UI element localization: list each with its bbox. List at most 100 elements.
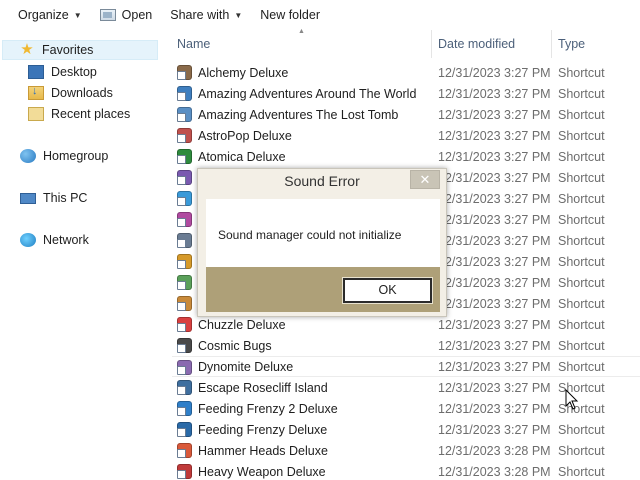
shortcut-icon xyxy=(177,254,192,269)
file-type: Shortcut xyxy=(558,149,605,164)
open-label: Open xyxy=(121,8,153,22)
sort-ascending-icon: ▲ xyxy=(298,28,305,35)
file-date-modified: 12/31/2023 3:27 PM xyxy=(438,275,551,290)
column-header-date-modified[interactable]: Date modified xyxy=(438,30,515,58)
close-icon[interactable]: ✕ xyxy=(410,170,440,189)
nav-item-label: Downloads xyxy=(51,86,113,100)
nav-item-label: Network xyxy=(43,233,89,247)
file-type: Shortcut xyxy=(558,422,605,437)
dialog-body: Sound manager could not initialize xyxy=(206,199,440,267)
file-type: Shortcut xyxy=(558,338,605,353)
shortcut-icon xyxy=(177,464,192,479)
nav-item-network[interactable]: Network xyxy=(20,230,89,250)
file-date-modified: 12/31/2023 3:27 PM xyxy=(438,401,551,416)
nav-item-desktop[interactable]: Desktop xyxy=(28,62,97,82)
navigation-pane: ★ Favorites Desktop Downloads Recent pla… xyxy=(0,30,160,480)
nav-item-downloads[interactable]: Downloads xyxy=(28,83,113,103)
file-row[interactable]: Chuzzle Deluxe 12/31/2023 3:27 PM Shortcut xyxy=(172,314,640,335)
column-header-name[interactable]: Name xyxy=(177,30,210,58)
file-name: Alchemy Deluxe xyxy=(198,65,289,80)
file-row[interactable]: Atomica Deluxe 12/31/2023 3:27 PM Shortcut xyxy=(172,146,640,167)
file-type: Shortcut xyxy=(558,233,605,248)
file-date-modified: 12/31/2023 3:27 PM xyxy=(438,254,551,269)
file-row[interactable]: AstroPop Deluxe 12/31/2023 3:27 PM Shortcu… xyxy=(172,125,640,146)
nav-item-label: Homegroup xyxy=(43,149,109,163)
organize-menu-button[interactable]: Organize ▼ xyxy=(0,0,91,30)
nav-item-label: Desktop xyxy=(51,65,97,79)
file-type: Shortcut xyxy=(558,443,605,458)
file-type: Shortcut xyxy=(558,107,605,122)
file-date-modified: 12/31/2023 3:27 PM xyxy=(438,359,551,374)
file-row[interactable]: Feeding Frenzy Deluxe 12/31/2023 3:27 PM S… xyxy=(172,419,640,440)
file-row[interactable]: Amazing Adventures The Lost Tomb 12/31/20… xyxy=(172,104,640,125)
file-type: Shortcut xyxy=(558,170,605,185)
file-name: Amazing Adventures Around The World xyxy=(198,86,417,101)
file-row[interactable]: Dynomite Deluxe 12/31/2023 3:27 PM Shortcu… xyxy=(172,356,640,377)
column-header-type[interactable]: Type xyxy=(558,30,585,58)
file-name: Cosmic Bugs xyxy=(198,338,272,353)
file-name: Atomica Deluxe xyxy=(198,149,286,164)
recent-places-icon xyxy=(28,107,44,121)
file-date-modified: 12/31/2023 3:27 PM xyxy=(438,107,551,122)
file-type: Shortcut xyxy=(558,191,605,206)
downloads-folder-icon xyxy=(28,85,44,100)
ok-button[interactable]: OK xyxy=(342,277,433,304)
shortcut-icon xyxy=(177,233,192,248)
shortcut-icon xyxy=(177,86,192,101)
shortcut-icon xyxy=(177,65,192,80)
mouse-pointer-icon xyxy=(565,389,579,410)
file-date-modified: 12/31/2023 3:27 PM xyxy=(438,380,551,395)
nav-item-favorites[interactable]: ★ Favorites xyxy=(2,40,158,60)
file-row[interactable]: Heavy Weapon Deluxe 12/31/2023 3:28 PM Sho… xyxy=(172,461,640,480)
shortcut-icon xyxy=(177,317,192,332)
file-name: Feeding Frenzy Deluxe xyxy=(198,422,328,437)
file-type: Shortcut xyxy=(558,296,605,311)
shortcut-icon xyxy=(177,212,192,227)
shortcut-icon xyxy=(177,170,192,185)
shortcut-icon xyxy=(177,422,192,437)
file-name: Dynomite Deluxe xyxy=(198,359,294,374)
open-window-icon xyxy=(99,9,116,21)
column-header-row: ▲ Name Date modified Type xyxy=(170,28,640,58)
file-name: AstroPop Deluxe xyxy=(198,128,292,143)
file-date-modified: 12/31/2023 3:27 PM xyxy=(438,65,551,80)
nav-item-this-pc[interactable]: This PC xyxy=(20,188,87,208)
open-button[interactable]: Open xyxy=(91,0,162,30)
file-name: Chuzzle Deluxe xyxy=(198,317,286,332)
file-type: Shortcut xyxy=(558,275,605,290)
shortcut-icon xyxy=(177,443,192,458)
file-date-modified: 12/31/2023 3:27 PM xyxy=(438,212,551,227)
nav-item-label: This PC xyxy=(43,191,88,205)
nav-item-homegroup[interactable]: Homegroup xyxy=(20,146,108,166)
share-with-menu-button[interactable]: Share with ▼ xyxy=(161,0,251,30)
file-date-modified: 12/31/2023 3:27 PM xyxy=(438,191,551,206)
file-name: Feeding Frenzy 2 Deluxe xyxy=(198,401,338,416)
file-row[interactable]: Cosmic Bugs 12/31/2023 3:27 PM Shortcut xyxy=(172,335,640,356)
shortcut-icon xyxy=(177,128,192,143)
file-name: Escape Rosecliff Island xyxy=(198,380,328,395)
shortcut-icon xyxy=(177,296,192,311)
file-row[interactable]: Hammer Heads Deluxe 12/31/2023 3:28 PM Sho… xyxy=(172,440,640,461)
dialog-message: Sound manager could not initialize xyxy=(218,228,402,242)
chevron-down-icon: ▼ xyxy=(234,10,243,20)
file-type: Shortcut xyxy=(558,212,605,227)
file-row[interactable]: Alchemy Deluxe 12/31/2023 3:27 PM Shortcut xyxy=(172,62,640,83)
star-icon: ★ xyxy=(20,41,34,58)
file-type: Shortcut xyxy=(558,86,605,101)
file-type: Shortcut xyxy=(558,317,605,332)
column-divider[interactable] xyxy=(551,30,552,58)
file-type: Shortcut xyxy=(558,128,605,143)
nav-item-recent-places[interactable]: Recent places xyxy=(28,104,130,124)
nav-item-label: Recent places xyxy=(51,107,131,121)
column-divider[interactable] xyxy=(431,30,432,58)
shortcut-icon xyxy=(177,401,192,416)
file-name: Amazing Adventures The Lost Tomb xyxy=(198,107,399,122)
file-name: Hammer Heads Deluxe xyxy=(198,443,328,458)
file-type: Shortcut xyxy=(558,65,605,80)
command-bar: Organize ▼ Open Share with ▼ New folder xyxy=(0,0,640,30)
file-name: Heavy Weapon Deluxe xyxy=(198,464,326,479)
file-row[interactable]: Amazing Adventures Around The World 12/31… xyxy=(172,83,640,104)
new-folder-button[interactable]: New folder xyxy=(251,0,329,30)
file-date-modified: 12/31/2023 3:28 PM xyxy=(438,443,551,458)
shortcut-icon xyxy=(177,275,192,290)
